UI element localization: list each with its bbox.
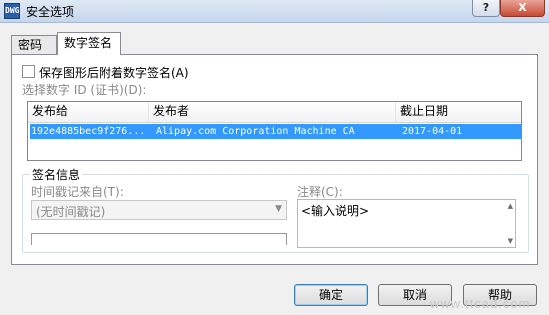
cell-expires: 2017-04-01: [402, 126, 463, 137]
column-issued-to[interactable]: 发布给: [28, 102, 149, 122]
timestamp-dropdown[interactable]: (无时间戳记) ▼: [31, 200, 287, 220]
save-signature-checkbox[interactable]: [22, 65, 35, 78]
ok-button[interactable]: 确定: [294, 284, 368, 306]
scroll-down-icon[interactable]: ▼: [508, 237, 513, 245]
column-expiration[interactable]: 截止日期: [396, 102, 521, 122]
comment-label: 注释(C):: [297, 185, 343, 199]
table-row[interactable]: 192e4885bec9f276... Alipay.com Corporati…: [30, 124, 521, 139]
comment-textarea[interactable]: <输入说明> ▲ ▼: [297, 199, 516, 248]
title-bar: DWG 安全选项 ? X: [0, 0, 549, 23]
signature-info-title: 签名信息: [30, 166, 83, 183]
timestamp-field: [31, 233, 287, 245]
app-icon: DWG: [4, 3, 20, 19]
timestamp-label: 时间戳记来自(T):: [31, 185, 124, 199]
chevron-down-icon: ▼: [275, 204, 282, 214]
cell-issued-to: 192e4885bec9f276...: [31, 126, 146, 137]
cell-issuer: Alipay.com Corporation Machine CA: [156, 126, 355, 137]
help-title-button[interactable]: ?: [472, 0, 500, 17]
window-title: 安全选项: [26, 5, 75, 19]
timestamp-value: (无时间戳记): [36, 205, 106, 219]
save-signature-label[interactable]: 保存图形后附着数字签名(A): [39, 64, 189, 81]
watermark: www.ttcad.com: [430, 296, 531, 311]
tab-digital-signature[interactable]: 数字签名: [57, 32, 121, 55]
list-header: 发布给 发布者 截止日期: [28, 102, 521, 123]
select-id-label: 选择数字 ID (证书)(D):: [22, 83, 147, 97]
certificate-list[interactable]: 发布给 发布者 截止日期 192e4885bec9f276... Alipay.…: [27, 101, 522, 161]
scroll-up-icon[interactable]: ▲: [508, 202, 513, 210]
close-button[interactable]: X: [500, 0, 545, 17]
comment-placeholder: <输入说明>: [301, 204, 370, 218]
column-issuer[interactable]: 发布者: [149, 102, 396, 122]
tab-password[interactable]: 密码: [11, 35, 57, 55]
